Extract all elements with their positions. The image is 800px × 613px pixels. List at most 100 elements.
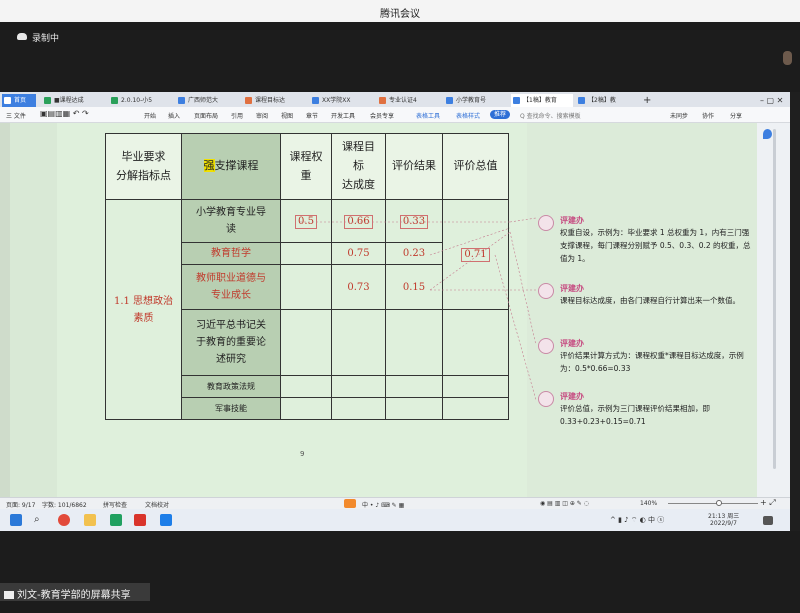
participant-avatar[interactable] (783, 51, 792, 65)
menu-chapter[interactable]: 章节 (306, 111, 318, 120)
location-icon[interactable] (763, 129, 772, 139)
menu-reference[interactable]: 引用 (231, 111, 243, 120)
screen-icon (4, 591, 14, 599)
comment-text: 评价结果计算方式为：课程权重*课程目标达成度，示例为：0.5*0.66=0.33 (560, 351, 744, 373)
commenter-avatar (538, 338, 554, 354)
start-icon[interactable] (10, 514, 22, 526)
scrollbar[interactable] (773, 129, 776, 469)
notification-icon[interactable] (763, 516, 773, 525)
browser-icon[interactable] (58, 514, 70, 526)
app-icon[interactable] (110, 514, 122, 526)
tab-version[interactable]: 2.0.10-小5 (109, 94, 173, 107)
ime-tools-icon[interactable]: 中 • ♪ ⌨ ✎ ▦ (362, 500, 404, 509)
doc-icon (312, 97, 319, 104)
menu-table-tools[interactable]: 表格工具 (416, 111, 440, 120)
ribbon-toolbar: 三 文件 ▣▤▥▦ ↶ ↷ 开始 插入 页面布局 引用 审阅 视图 章节 开发工… (0, 107, 790, 123)
tab-draft-2[interactable]: 【2稿】教 (576, 94, 638, 107)
tab-draft-1[interactable]: 【1稿】教育 (511, 94, 573, 107)
quick-tools-icon[interactable]: ▣▤▥▦ ↶ ↷ (40, 109, 89, 118)
tab-primary-edu[interactable]: 小学教育号 (444, 94, 508, 107)
page-number: 9 (300, 450, 305, 458)
recording-bar (0, 22, 800, 92)
tab-certification[interactable]: 专业认证4 (377, 94, 441, 107)
tab-guangxi[interactable]: 广西师范大 (176, 94, 240, 107)
zoom-in-button[interactable]: + ⤢ (760, 498, 776, 508)
doc-icon (513, 97, 520, 104)
course-cell: 教育哲学 (181, 242, 281, 265)
word-count[interactable]: 字数: 101/6862 (42, 500, 87, 509)
comment-card[interactable]: 评建办 评价结果计算方式为：课程权重*课程目标达成度，示例为：0.5*0.66=… (538, 338, 756, 378)
unsynced-status[interactable]: 未同步 (670, 111, 688, 120)
meeting-title-bar: 腾讯会议 (0, 0, 800, 22)
search-icon[interactable]: ⌕ (34, 514, 46, 526)
menu-insert[interactable]: 插入 (168, 111, 180, 120)
pdf-icon (245, 97, 252, 104)
comment-connectors (300, 217, 537, 401)
tab-course-achievement[interactable]: ■课程达成 (42, 94, 106, 107)
course-cell: 小学教育专业导读 (181, 199, 281, 243)
window-controls[interactable]: – ▢ ✕ (758, 94, 786, 107)
menu-review[interactable]: 审阅 (256, 111, 268, 120)
recommend-button[interactable]: 推荐 (490, 110, 511, 119)
spell-check[interactable]: 拼写检查 (103, 500, 127, 509)
menu-start[interactable]: 开始 (144, 111, 156, 120)
folder-icon[interactable] (84, 514, 96, 526)
ime-icon[interactable] (344, 499, 356, 508)
cloud-record-icon (17, 33, 27, 40)
doc-icon (446, 97, 453, 104)
menu-table-style[interactable]: 表格样式 (456, 111, 480, 120)
tab-course-goal[interactable]: 课程目标达 (243, 94, 307, 107)
zoom-slider[interactable] (668, 503, 758, 504)
comment-text: 课程目标达成度，由各门课程自行计算出来一个数值。 (560, 296, 740, 305)
comment-card[interactable]: 评建办 课程目标达成度，由各门课程自行计算出来一个数值。 (538, 283, 756, 323)
menu-view[interactable]: 视图 (281, 111, 293, 120)
view-mode-icons[interactable]: ◉ ▤ ▥ ◫ ⊕ ✎ ◌ (540, 500, 589, 507)
status-bar: 页面: 9/17 字数: 101/6862 拼写检查 文档校对 中 • ♪ ⌨ … (0, 497, 790, 509)
course-cell: 教师职业道德与 专业成长 (181, 264, 281, 310)
tab-home[interactable]: 首页 (2, 94, 36, 107)
tray-icons[interactable]: ^ ▮ ♪ ⌔ ◐ 中 ⓢ (610, 515, 664, 525)
comment-card[interactable]: 评建办 权重自设，示例为：毕业要求 1 总权重为 1，内有三门强支撑课程，每门课… (538, 215, 756, 271)
commenter-avatar (538, 215, 554, 231)
windows-taskbar: ⌕ ^ ▮ ♪ ⌔ ◐ 中 ⓢ 21:13 周三 2022/9/7 (0, 509, 790, 531)
doc-icon (578, 97, 585, 104)
taskbar-date[interactable]: 2022/9/7 (710, 520, 737, 527)
menu-developer[interactable]: 开发工具 (331, 111, 355, 120)
header-weight: 课程权重 (280, 133, 332, 200)
comment-author: 评建办 (560, 216, 584, 225)
header-result: 评价结果 (385, 133, 443, 200)
doc-icon (178, 97, 185, 104)
recording-status[interactable]: 录制中 (32, 31, 59, 44)
commenter-avatar (538, 283, 554, 299)
share-button[interactable]: 分享 (730, 111, 742, 120)
document-tab-bar: 首页 ■课程达成 2.0.10-小5 广西师范大 课程目标达 XX学院XX 专业… (0, 92, 790, 107)
screen-share-label: 刘文-教育学部的屏幕共享 (4, 586, 131, 601)
meeting-icon[interactable] (160, 514, 172, 526)
wps-icon[interactable] (134, 514, 146, 526)
new-tab-button[interactable]: + (641, 94, 653, 107)
meeting-title: 腾讯会议 (380, 9, 420, 20)
page-indicator[interactable]: 页面: 9/17 (6, 500, 35, 509)
comment-card[interactable]: 评建办 评价总值，示例为三门课程评价结果相加，即 0.33+0.23+0.15=… (538, 391, 756, 431)
indicator-cell: 1.1 思想政治 素质 (105, 199, 182, 420)
comment-author: 评建办 (560, 284, 584, 293)
comment-text: 权重自设，示例为：毕业要求 1 总权重为 1，内有三门强支撑课程，每门课程分别赋… (560, 228, 751, 263)
zoom-slider-thumb[interactable] (716, 500, 722, 506)
sheet-icon (44, 97, 51, 104)
taskbar-time[interactable]: 21:13 周三 (708, 511, 739, 520)
doc-proof[interactable]: 文档校对 (145, 500, 169, 509)
comment-text: 评价总值，示例为三门课程评价结果相加，即 0.33+0.23+0.15=0.71 (560, 404, 710, 426)
course-cell: 军事技能 (181, 397, 281, 420)
course-cell: 习近平总书记关 于教育的重要论 述研究 (181, 309, 281, 376)
menu-member[interactable]: 会员专享 (370, 111, 394, 120)
tab-college[interactable]: XX学院XX (310, 94, 374, 107)
zoom-level[interactable]: 140% (640, 500, 657, 507)
file-menu[interactable]: 三 文件 (6, 111, 26, 120)
header-indicator: 毕业要求 分解指标点 (105, 133, 182, 200)
collab-button[interactable]: 协作 (702, 111, 714, 120)
command-search[interactable]: Q 查找命令、搜索模板 (520, 111, 581, 120)
menu-layout[interactable]: 页面布局 (194, 111, 218, 120)
course-cell: 教育政策法规 (181, 375, 281, 398)
comment-author: 评建办 (560, 392, 584, 401)
comment-author: 评建办 (560, 339, 584, 348)
